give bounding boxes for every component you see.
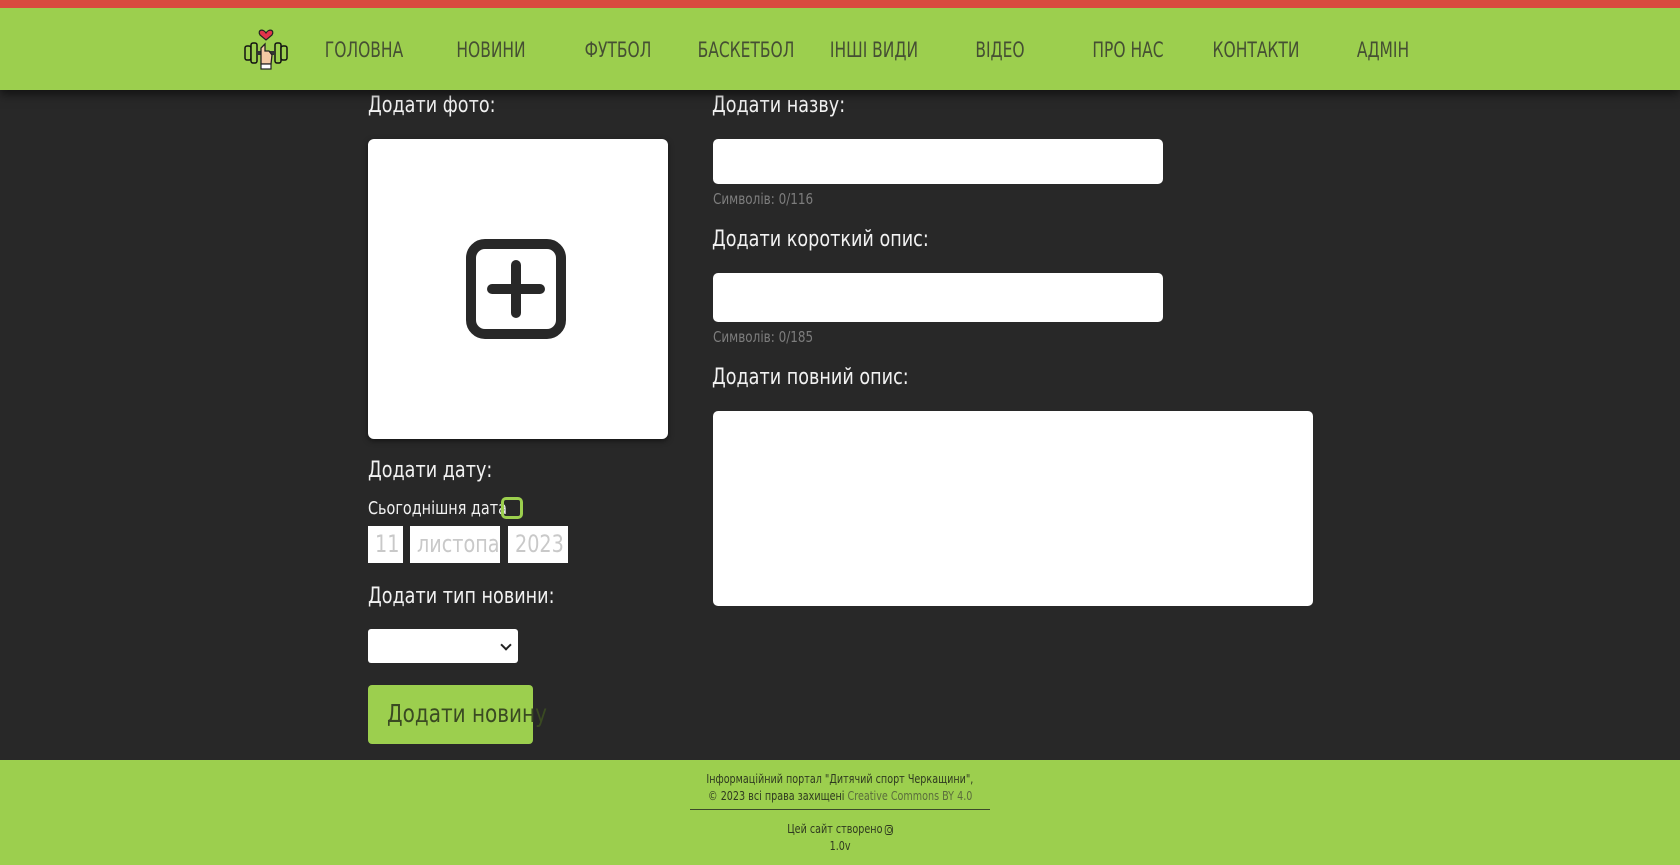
add-news-type-label: Додати тип новини: — [368, 584, 555, 609]
title-input[interactable] — [713, 139, 1163, 184]
nav-news[interactable]: НОВИНИ — [452, 32, 531, 68]
year-placeholder: 2023 — [515, 530, 564, 558]
nav-other-sports[interactable]: ІНШІ ВИДИ — [825, 32, 923, 68]
instagram-icon[interactable] — [884, 824, 893, 835]
footer-made-by: Цей сайт створено — [787, 822, 883, 836]
short-desc-input[interactable] — [713, 273, 1163, 322]
license-link[interactable]: Creative Commons BY 4.0 — [847, 789, 972, 803]
footer-line1: Інформаційний портал "Дитячий спорт Черк… — [706, 772, 974, 786]
top-navbar: ГОЛОВНА НОВИНИ ФУТБОЛ БАСКЕТБОЛ ІНШІ ВИД… — [0, 0, 1680, 90]
dumbbell-heart-icon[interactable] — [242, 24, 290, 72]
nav-about[interactable]: ПРО НАС — [1079, 32, 1177, 68]
day-placeholder: 11 — [375, 530, 400, 558]
footer-rights: © 2023 всі права захищені — [707, 789, 848, 803]
nav-basketball[interactable]: БАСКЕТБОЛ — [697, 32, 795, 68]
footer-portal-line: Інформаційний портал "Дитячий спорт Черк… — [0, 772, 1680, 786]
add-date-label: Додати дату: — [368, 458, 493, 483]
add-photo-label: Додати фото: — [368, 93, 496, 118]
nav-football[interactable]: ФУТБОЛ — [579, 32, 658, 68]
today-date-label: Сьогоднішня дата — [368, 498, 507, 519]
photo-upload-area[interactable] — [368, 139, 668, 439]
footer: Інформаційний портал "Дитячий спорт Черк… — [0, 760, 1680, 865]
footer-divider — [690, 809, 990, 810]
add-short-desc-label: Додати короткий опис: — [712, 227, 929, 252]
nav-video[interactable]: ВІДЕО — [961, 32, 1040, 68]
chevron-down-icon — [500, 639, 512, 651]
news-type-select[interactable] — [368, 629, 518, 663]
add-title-label: Додати назву: — [712, 93, 846, 118]
title-char-counter: Символів: 0/116 — [713, 190, 814, 208]
year-input[interactable]: 2023 — [508, 526, 568, 563]
today-date-checkbox[interactable] — [501, 497, 523, 519]
full-desc-textarea[interactable] — [713, 411, 1313, 606]
footer-made-by-line: Цей сайт створено — [0, 822, 1680, 836]
month-placeholder: листопад — [417, 530, 500, 558]
footer-rights-line: © 2023 всі права захищені Creative Commo… — [0, 789, 1680, 803]
short-desc-char-counter: Символів: 0/185 — [713, 328, 814, 346]
plus-square-icon — [466, 239, 566, 339]
day-input[interactable]: 11 — [368, 526, 403, 563]
month-input[interactable]: листопад — [410, 526, 500, 563]
add-news-button[interactable]: Додати новину — [368, 685, 547, 744]
add-news-button-label: Додати новину — [387, 699, 547, 728]
nav-home[interactable]: ГОЛОВНА — [325, 32, 404, 68]
footer-version-line: 1.0v — [0, 839, 1680, 853]
footer-version: 1.0v — [829, 839, 851, 853]
add-full-desc-label: Додати повний опис: — [712, 365, 909, 390]
nav-admin[interactable]: АДМІН — [1344, 32, 1423, 68]
nav-contacts[interactable]: КОНТАКТИ — [1207, 32, 1305, 68]
